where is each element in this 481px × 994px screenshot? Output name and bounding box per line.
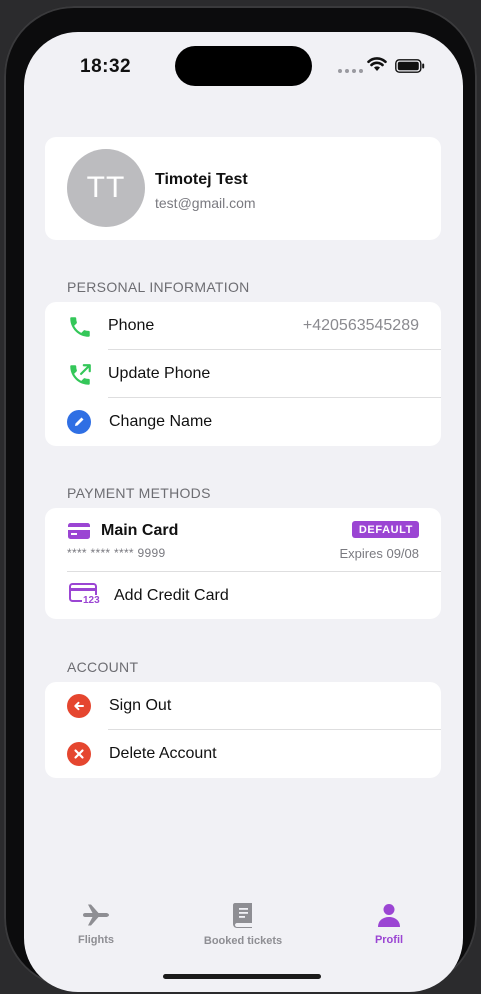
sign-out-icon (67, 694, 93, 720)
add-credit-card-row[interactable]: 123 Add Credit Card (45, 572, 441, 620)
personal-information-header: PERSONAL INFORMATION (67, 279, 250, 295)
add-credit-card-label: Add Credit Card (114, 587, 229, 604)
screen: 18:32 TT Timotej Test test@gmail.com PER… (24, 32, 463, 992)
personal-information-card: Phone +420563545289 Update Phone Change … (45, 302, 441, 446)
main-card-row[interactable]: Main Card DEFAULT **** **** **** 9999 Ex… (45, 508, 441, 571)
tab-booked-tickets[interactable]: Booked tickets (193, 902, 293, 947)
tab-flights[interactable]: Flights (76, 902, 116, 946)
status-time: 18:32 (80, 56, 132, 77)
tab-booked-tickets-label: Booked tickets (203, 935, 283, 947)
phone-label: Phone (108, 317, 155, 334)
person-icon (378, 904, 400, 927)
account-header: ACCOUNT (67, 659, 139, 675)
card-number: **** **** **** 9999 (67, 546, 166, 560)
phone-arrow-icon (70, 364, 91, 385)
card-name: Main Card (101, 522, 179, 539)
profile-email: test@gmail.com (155, 195, 256, 211)
delete-account-label: Delete Account (109, 745, 217, 762)
update-phone-row[interactable]: Update Phone (45, 350, 441, 398)
sign-out-label: Sign Out (109, 697, 172, 714)
pencil-icon (67, 410, 93, 436)
sign-out-row[interactable]: Sign Out (45, 682, 441, 730)
battery-icon (395, 59, 425, 73)
tab-profil[interactable]: Profil (369, 902, 409, 946)
wifi-icon (367, 57, 387, 71)
tab-bar: Flights Booked tickets Profil (24, 890, 463, 970)
home-indicator[interactable] (163, 974, 321, 979)
change-name-row[interactable]: Change Name (45, 398, 441, 446)
profile-card[interactable]: TT Timotej Test test@gmail.com (45, 137, 441, 240)
dynamic-island (175, 46, 312, 86)
cellular-signal-icon (338, 69, 363, 73)
phone-value: +420563545289 (302, 317, 419, 334)
card-expiry: Expires 09/08 (339, 546, 420, 561)
book-icon (233, 903, 252, 928)
airplane-icon (83, 904, 109, 926)
phone-icon (70, 317, 90, 337)
phone-frame: 18:32 TT Timotej Test test@gmail.com PER… (4, 6, 477, 992)
payment-methods-header: PAYMENT METHODS (67, 485, 211, 501)
avatar: TT (67, 149, 145, 227)
delete-x-icon (67, 742, 93, 768)
update-phone-label: Update Phone (108, 365, 211, 382)
default-badge: DEFAULT (351, 521, 419, 538)
tab-flights-label: Flights (77, 934, 115, 946)
payment-methods-card: Main Card DEFAULT **** **** **** 9999 Ex… (45, 508, 441, 619)
phone-row[interactable]: Phone +420563545289 (45, 302, 441, 350)
profile-name: Timotej Test (155, 171, 248, 188)
change-name-label: Change Name (109, 413, 213, 430)
credit-card-icon (68, 523, 90, 539)
add-card-icon: 123 (69, 583, 101, 609)
account-card: Sign Out Delete Account (45, 682, 441, 778)
tab-profil-label: Profil (374, 934, 404, 946)
delete-account-row[interactable]: Delete Account (45, 730, 441, 778)
